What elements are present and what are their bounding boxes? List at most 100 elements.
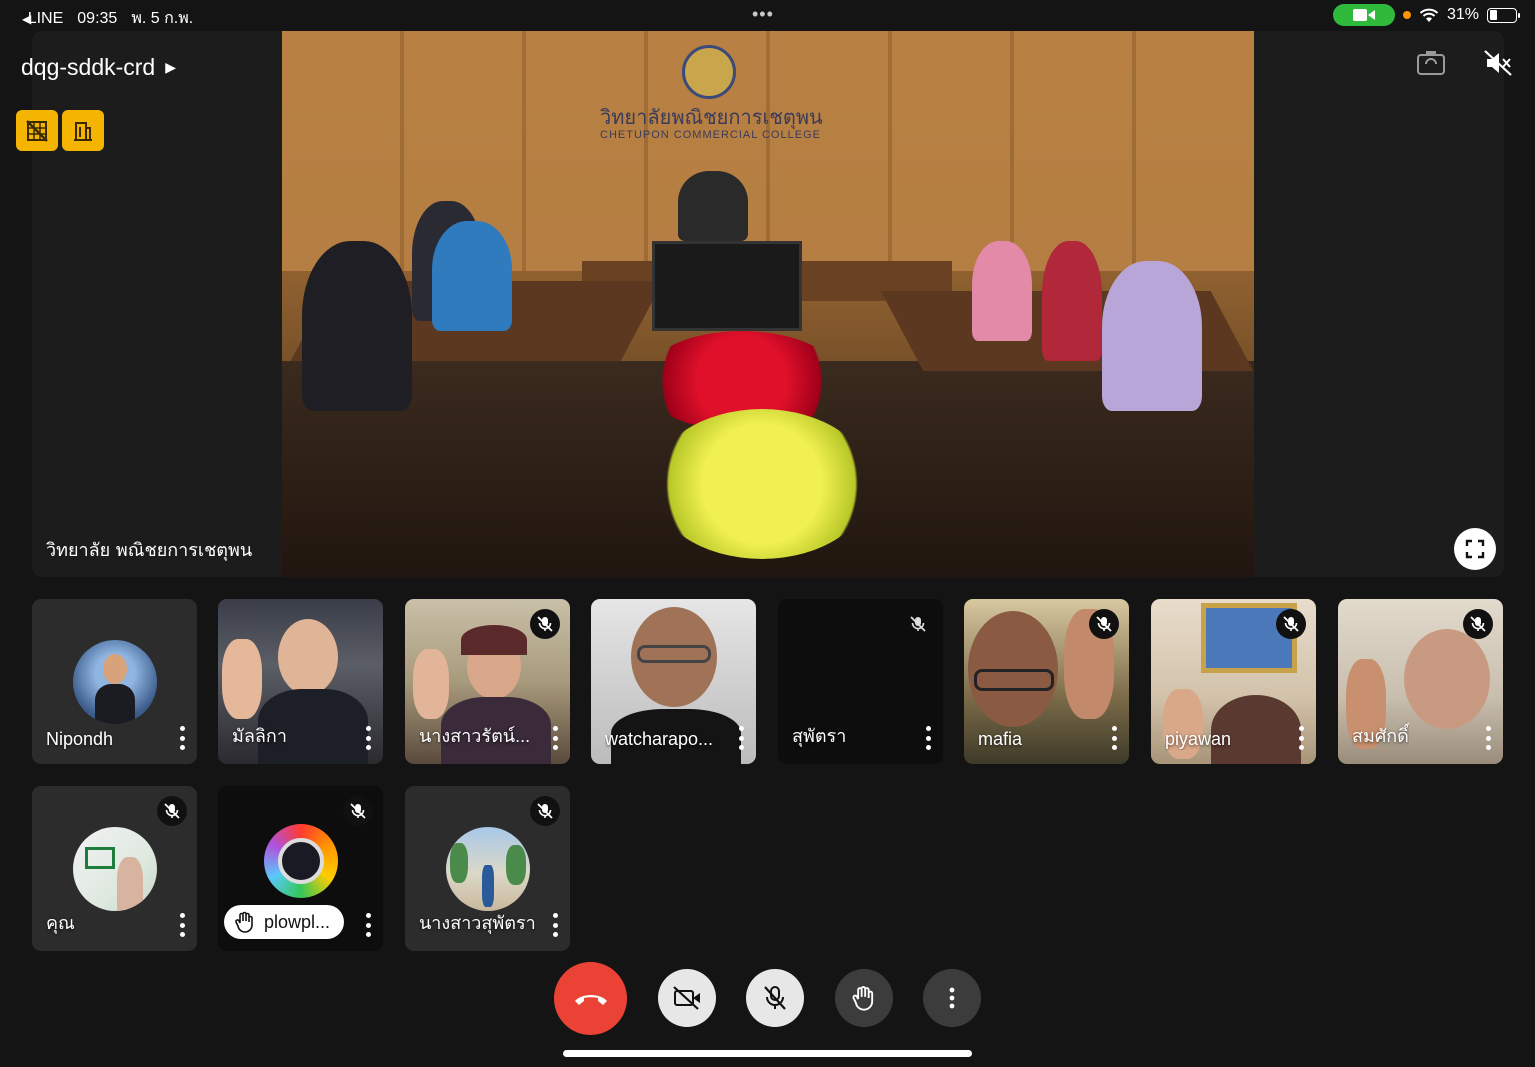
status-time: 09:35 (77, 9, 118, 27)
mic-off-icon (537, 803, 553, 819)
more-options-button[interactable] (177, 913, 187, 937)
participant-name: นางสาวรัตน์... (419, 726, 531, 746)
camera-off-icon (673, 986, 700, 1010)
building-icon (74, 121, 92, 141)
avatar (446, 827, 530, 911)
participant-tile[interactable]: คุณ (32, 786, 197, 951)
avatar (73, 640, 157, 724)
participant-name: mafia (978, 729, 1023, 749)
attendee-left (432, 221, 512, 331)
status-left: ◀ LINE 09:35 พ. 5 ก.พ. (22, 6, 193, 31)
participant-tile[interactable]: piyawan (1151, 599, 1316, 764)
battery-fill (1489, 10, 1498, 20)
video-camera-icon (1352, 9, 1375, 21)
muted-badge (343, 796, 373, 826)
attendee-right (972, 241, 1032, 341)
attendee-left (302, 241, 412, 411)
mic-off-icon (764, 986, 786, 1010)
avatar (264, 824, 338, 898)
more-options-button[interactable] (1296, 726, 1306, 750)
participant-name: นางสาวสุพัตรา (419, 913, 536, 933)
status-date: พ. 5 ก.พ. (131, 10, 194, 27)
more-options-button[interactable] (550, 913, 560, 937)
participant-tile[interactable]: mafia (964, 599, 1129, 764)
main-stage[interactable]: วิทยาลัยพณิชยการเชตุพน CHETUPON COMMERCI… (32, 31, 1504, 577)
participant-tile[interactable]: plowpl... (218, 786, 383, 951)
companion-mode-button[interactable] (62, 110, 104, 151)
participant-tile[interactable]: สุพัตรา (778, 599, 943, 764)
back-app-label: LINE (27, 9, 64, 27)
more-options-button[interactable] (923, 969, 981, 1027)
muted-badge (530, 609, 560, 639)
raise-hand-icon (235, 911, 253, 933)
meeting-code-button[interactable]: dqg-sddk-crd ▶ (21, 54, 176, 81)
participant-name: piyawan (1165, 729, 1232, 749)
fullscreen-icon (1465, 539, 1485, 559)
attendee-right (1102, 261, 1202, 411)
muted-badge (1276, 609, 1306, 639)
raise-hand-button[interactable] (835, 969, 893, 1027)
more-vert-icon (949, 987, 955, 1009)
avatar (73, 827, 157, 911)
raise-hand-icon (852, 986, 874, 1011)
mic-off-icon (164, 803, 180, 819)
fullscreen-button[interactable] (1454, 528, 1496, 570)
caret-right-icon: ▶ (165, 59, 177, 75)
switch-camera-button[interactable] (1412, 44, 1450, 82)
muted-badge (1463, 609, 1493, 639)
speaker-mute-button[interactable] (1479, 44, 1517, 82)
participant-tile[interactable]: นางสาวรัตน์... (405, 599, 570, 764)
layout-grid-button[interactable] (16, 110, 58, 151)
participant-tile[interactable]: นางสาวสุพัตรา (405, 786, 570, 951)
participant-name: สมศักดิ์ (1352, 726, 1409, 746)
participant-name: plowpl... (264, 911, 331, 932)
phone-hangup-icon (574, 994, 607, 1005)
more-options-button[interactable] (1109, 726, 1119, 750)
more-options-button[interactable] (363, 913, 373, 937)
multitask-dots-icon[interactable]: ••• (752, 5, 774, 23)
yellow-flowers (652, 409, 872, 559)
muted-badge (1089, 609, 1119, 639)
meeting-code: dqg-sddk-crd (21, 54, 156, 80)
status-right: 31% (1332, 4, 1520, 26)
mic-toggle-button[interactable] (746, 969, 804, 1027)
end-call-button[interactable] (554, 962, 627, 1035)
more-options-button[interactable] (550, 726, 560, 750)
mic-off-icon (1470, 616, 1486, 632)
home-indicator[interactable] (563, 1050, 972, 1057)
chairperson (678, 171, 748, 241)
grid-off-icon (26, 119, 48, 142)
battery-icon (1487, 7, 1520, 23)
hand-raised-chip[interactable]: plowpl... (224, 905, 345, 939)
college-seal (682, 45, 736, 99)
back-to-app-link[interactable]: ◀ LINE (22, 10, 63, 28)
participant-name: คุณ (46, 913, 75, 933)
mic-off-icon (350, 803, 366, 819)
wall-sign-english: CHETUPON COMMERCIAL COLLEGE (600, 129, 821, 141)
more-options-button[interactable] (1483, 726, 1493, 750)
more-options-button[interactable] (363, 726, 373, 750)
stage-video-feed: วิทยาลัยพณิชยการเชตุพน CHETUPON COMMERCI… (282, 31, 1254, 577)
participant-tile[interactable]: Nipondh (32, 599, 197, 764)
more-options-button[interactable] (736, 726, 746, 750)
stage-participant-name: วิทยาลัย พณิชยการเชตุพน (46, 540, 253, 561)
participant-tile[interactable]: watcharapo... (591, 599, 756, 764)
participant-tile[interactable]: มัลลิกา (218, 599, 383, 764)
camera-in-use-indicator (1332, 4, 1395, 26)
mic-off-icon (537, 616, 553, 632)
muted-badge (157, 796, 187, 826)
muted-badge (530, 796, 560, 826)
more-options-button[interactable] (923, 726, 933, 750)
participant-tile[interactable]: สมศักดิ์ (1338, 599, 1503, 764)
more-options-button[interactable] (177, 726, 187, 750)
volume-off-icon (1484, 50, 1512, 76)
battery-percent: 31% (1446, 6, 1479, 23)
participant-name: Nipondh (46, 729, 114, 749)
mic-off-icon (1283, 616, 1299, 632)
camera-toggle-button[interactable] (658, 969, 716, 1027)
mic-in-use-dot (1402, 11, 1411, 19)
center-monitor (652, 241, 802, 331)
muted-badge (903, 609, 933, 639)
mic-off-icon (1096, 616, 1112, 632)
participant-name: สุพัตรา (792, 726, 847, 746)
